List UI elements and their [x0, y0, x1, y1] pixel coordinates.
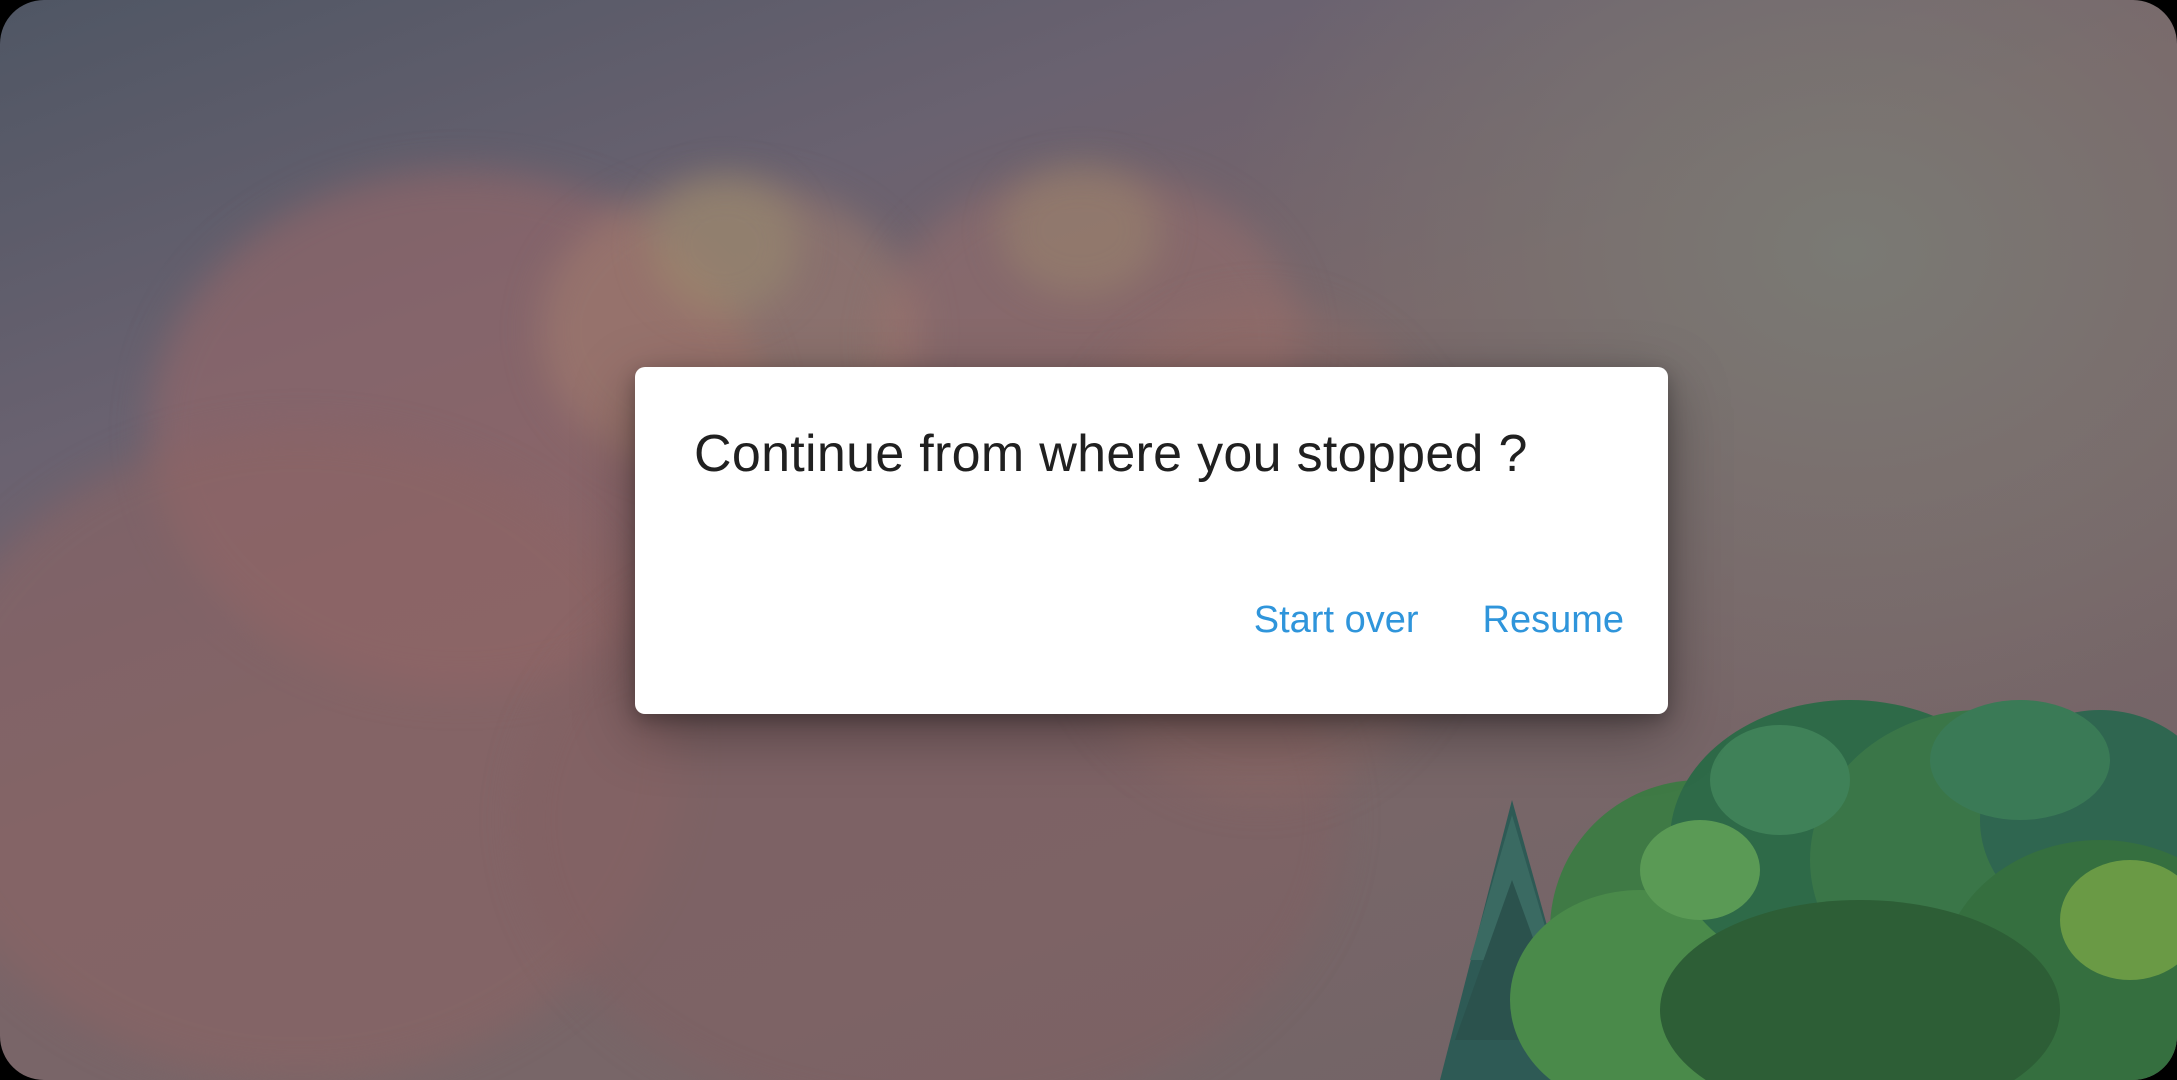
dialog-actions: Start over Resume — [1254, 599, 1624, 642]
screen: Continue from where you stopped ? Start … — [0, 0, 2177, 1080]
bush-cluster — [1510, 700, 2177, 1080]
resume-dialog: Continue from where you stopped ? Start … — [635, 367, 1668, 714]
resume-button[interactable]: Resume — [1483, 599, 1625, 642]
start-over-button[interactable]: Start over — [1254, 599, 1419, 642]
dialog-title: Continue from where you stopped ? — [694, 425, 1528, 483]
